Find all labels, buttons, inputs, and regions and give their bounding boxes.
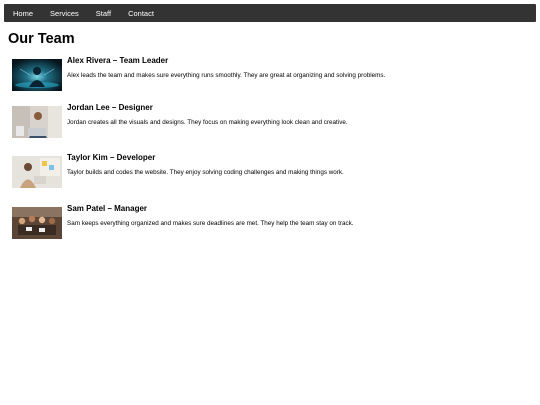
member-bio: Taylor builds and codes the website. The… [67, 169, 344, 176]
team-member-card: Sam Patel – Manager Sam keeps everything… [12, 204, 532, 244]
member-name: Taylor Kim – Developer [67, 153, 156, 162]
team-member-card: Jordan Lee – Designer Jordan creates all… [12, 103, 532, 143]
member-bio: Jordan creates all the visuals and desig… [67, 119, 348, 126]
nav-link-home[interactable]: Home [13, 9, 33, 18]
team-member-card: Alex Rivera – Team Leader Alex leads the… [12, 56, 532, 96]
nav-link-staff[interactable]: Staff [96, 9, 111, 18]
member-photo [12, 59, 62, 91]
member-photo [12, 156, 62, 188]
member-bio: Alex leads the team and makes sure every… [67, 72, 386, 79]
page-title: Our Team [8, 31, 75, 47]
member-bio: Sam keeps everything organized and makes… [67, 220, 354, 227]
team-member-card: Taylor Kim – Developer Taylor builds and… [12, 153, 532, 193]
member-name: Jordan Lee – Designer [67, 103, 153, 112]
member-photo [12, 106, 62, 138]
nav-link-services[interactable]: Services [50, 9, 79, 18]
member-name: Sam Patel – Manager [67, 204, 148, 213]
nav-link-contact[interactable]: Contact [128, 9, 154, 18]
member-name: Alex Rivera – Team Leader [67, 56, 169, 65]
member-photo [12, 207, 62, 239]
top-navbar: Home Services Staff Contact [4, 4, 536, 22]
